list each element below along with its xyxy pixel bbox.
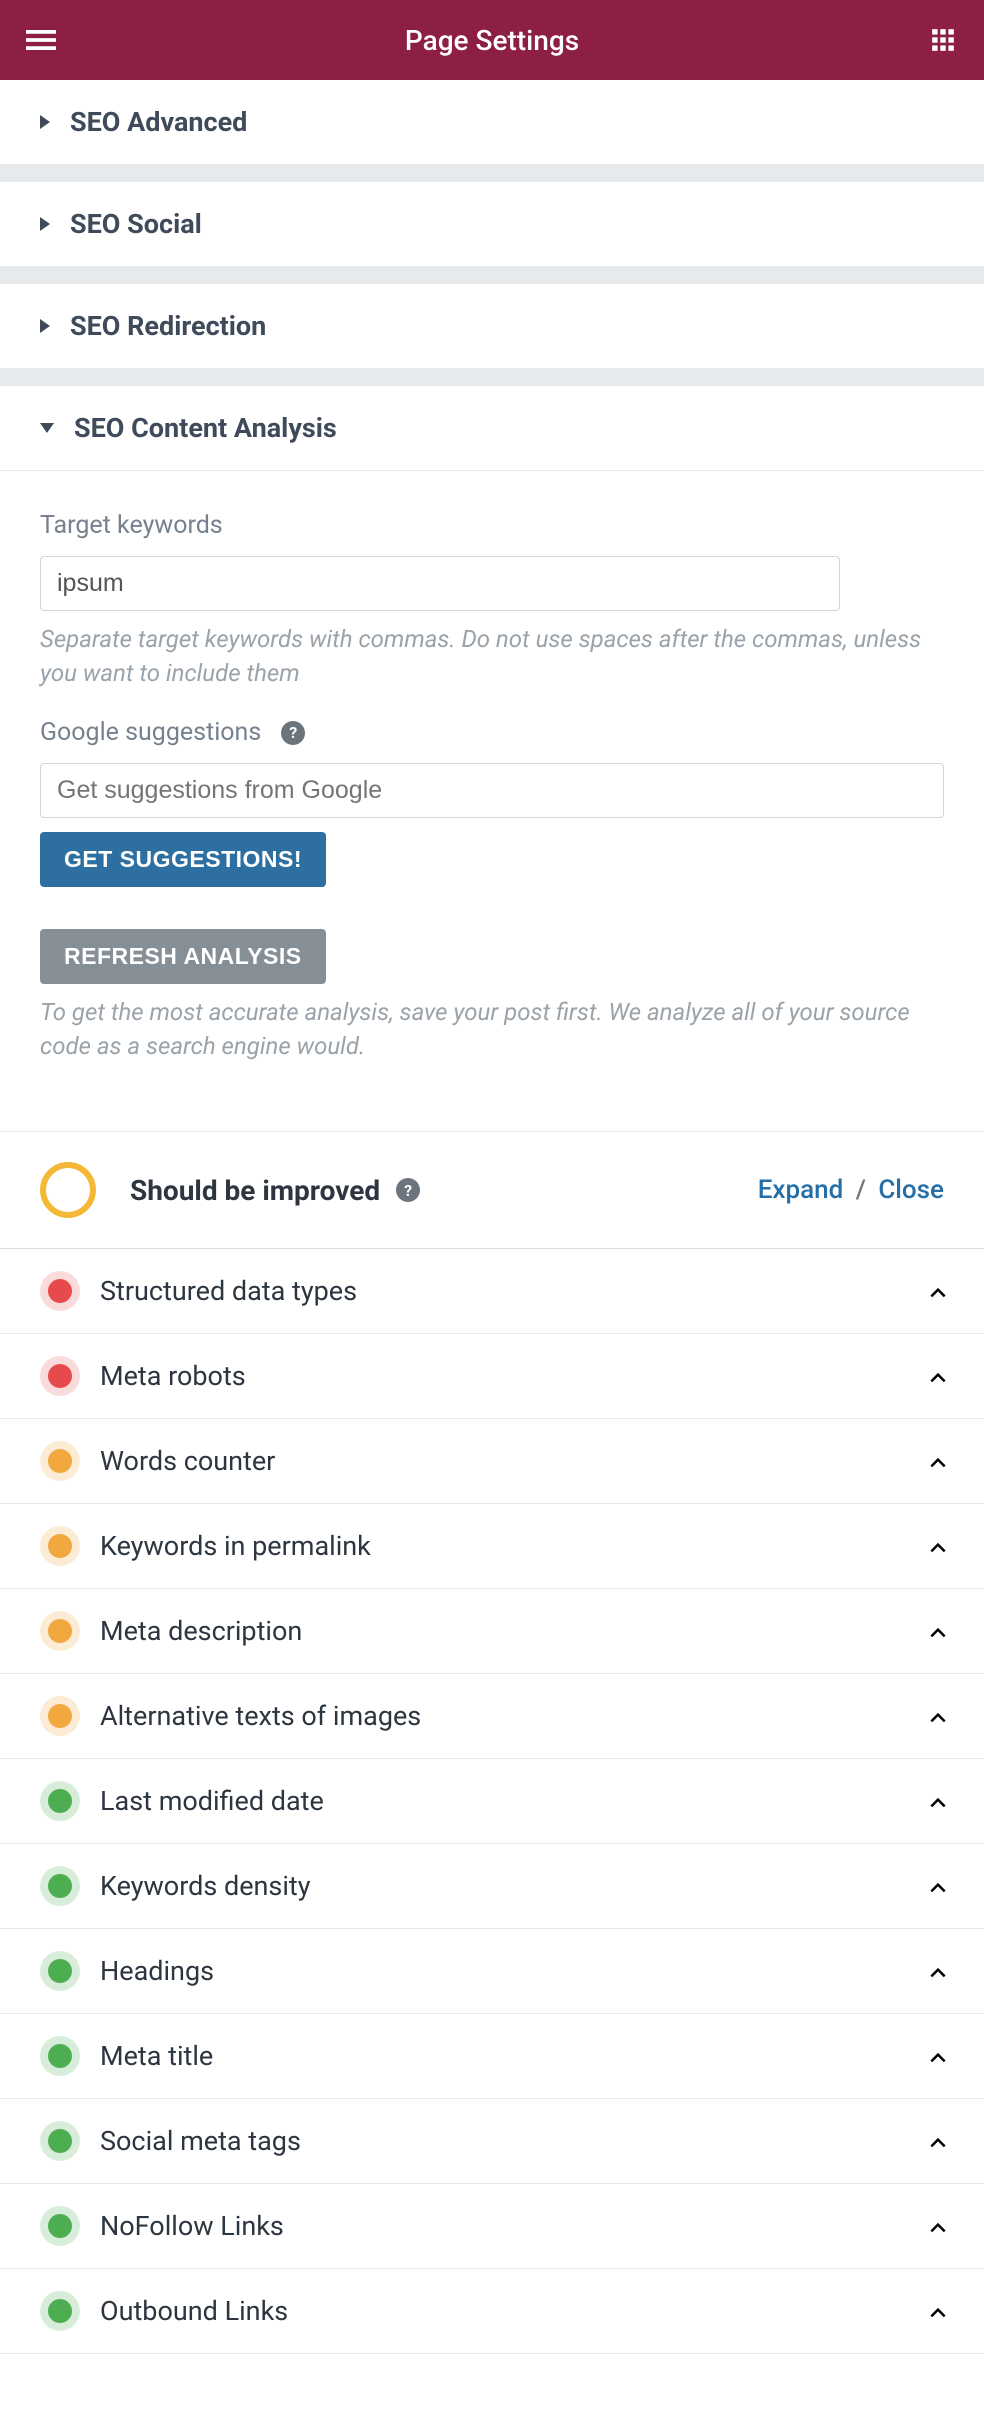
chevron-up-icon	[928, 2218, 944, 2234]
metric-label: NoFollow Links	[100, 2210, 928, 2242]
metric-row[interactable]: Social meta tags	[0, 2099, 984, 2184]
metric-row[interactable]: Headings	[0, 1929, 984, 2014]
accordion-gap	[0, 266, 984, 284]
metric-row[interactable]: Meta robots	[0, 1334, 984, 1419]
caret-right-icon	[40, 115, 50, 129]
accordion-item[interactable]: SEO Redirection	[0, 284, 984, 368]
status-dot-orange	[48, 1534, 72, 1558]
score-summary: Should be improved ? Expand / Close	[0, 1132, 984, 1248]
metric-label: Structured data types	[100, 1275, 928, 1307]
metric-row[interactable]: NoFollow Links	[0, 2184, 984, 2269]
accordion-title: SEO Social	[70, 208, 202, 240]
score-circle-icon	[40, 1162, 96, 1218]
chevron-up-icon	[928, 1878, 944, 1894]
metric-row[interactable]: Keywords density	[0, 1844, 984, 1929]
chevron-up-icon	[928, 2133, 944, 2149]
status-dot-green	[48, 1789, 72, 1813]
status-dot-green	[48, 2214, 72, 2238]
metric-row[interactable]: Words counter	[0, 1419, 984, 1504]
chevron-up-icon	[928, 1793, 944, 1809]
chevron-up-icon	[928, 2303, 944, 2319]
metric-label: Meta title	[100, 2040, 928, 2072]
status-dot-orange	[48, 1449, 72, 1473]
apps-grid-icon[interactable]	[927, 24, 959, 56]
metric-row[interactable]: Keywords in permalink	[0, 1504, 984, 1589]
accordion-title: SEO Redirection	[70, 310, 266, 342]
metric-row[interactable]: Last modified date	[0, 1759, 984, 1844]
metric-row[interactable]: Alternative texts of images	[0, 1674, 984, 1759]
metric-label: Headings	[100, 1955, 928, 1987]
refresh-help: To get the most accurate analysis, save …	[40, 996, 944, 1063]
status-dot-red	[48, 1364, 72, 1388]
status-dot-orange	[48, 1619, 72, 1643]
google-suggestions-label: Google suggestions ?	[40, 718, 944, 747]
close-link[interactable]: Close	[878, 1175, 944, 1205]
caret-right-icon	[40, 217, 50, 231]
expand-link[interactable]: Expand	[758, 1175, 844, 1205]
metric-row[interactable]: Outbound Links	[0, 2269, 984, 2354]
google-suggestions-input[interactable]	[40, 763, 944, 818]
separator: /	[856, 1175, 866, 1205]
metric-label: Words counter	[100, 1445, 928, 1477]
caret-right-icon	[40, 319, 50, 333]
chevron-up-icon	[928, 2048, 944, 2064]
chevron-up-icon	[928, 1538, 944, 1554]
seo-content-analysis-panel: Target keywords Separate target keywords…	[0, 471, 984, 1121]
help-icon[interactable]: ?	[281, 721, 305, 745]
metric-row[interactable]: Meta description	[0, 1589, 984, 1674]
status-dot-green	[48, 1874, 72, 1898]
metric-label: Alternative texts of images	[100, 1700, 928, 1732]
metric-label: Meta description	[100, 1615, 928, 1647]
accordion-item[interactable]: SEO Social	[0, 182, 984, 266]
metric-row[interactable]: Structured data types	[0, 1249, 984, 1334]
target-keywords-label: Target keywords	[40, 511, 944, 540]
google-suggestions-label-text: Google suggestions	[40, 718, 261, 747]
google-suggestions-group: Google suggestions ? GET SUGGESTIONS!	[40, 718, 944, 887]
chevron-up-icon	[928, 1623, 944, 1639]
refresh-analysis-button[interactable]: REFRESH ANALYSIS	[40, 929, 326, 984]
get-suggestions-button[interactable]: GET SUGGESTIONS!	[40, 832, 326, 887]
target-keywords-help: Separate target keywords with commas. Do…	[40, 623, 944, 690]
accordion-title: SEO Content Analysis	[74, 412, 337, 444]
chevron-up-icon	[928, 1963, 944, 1979]
caret-down-icon	[40, 423, 54, 433]
status-dot-green	[48, 2299, 72, 2323]
metric-label: Outbound Links	[100, 2295, 928, 2327]
accordion-title: SEO Advanced	[70, 106, 247, 138]
accordion-gap	[0, 164, 984, 182]
metric-row[interactable]: Meta title	[0, 2014, 984, 2099]
status-dot-green	[48, 2129, 72, 2153]
target-keywords-input[interactable]	[40, 556, 840, 611]
metric-label: Last modified date	[100, 1785, 928, 1817]
help-icon[interactable]: ?	[396, 1178, 420, 1202]
metrics-list: Structured data types Meta robots Words co…	[0, 1248, 984, 2354]
chevron-up-icon	[928, 1368, 944, 1384]
page-title: Page Settings	[57, 24, 927, 57]
chevron-up-icon	[928, 1708, 944, 1724]
menu-icon[interactable]	[25, 24, 57, 56]
chevron-up-icon	[928, 1283, 944, 1299]
refresh-group: REFRESH ANALYSIS To get the most accurat…	[40, 915, 944, 1063]
status-dot-orange	[48, 1704, 72, 1728]
accordion-item[interactable]: SEO Advanced	[0, 80, 984, 164]
score-actions: Expand / Close	[758, 1175, 944, 1205]
metric-label: Keywords density	[100, 1870, 928, 1902]
target-keywords-group: Target keywords Separate target keywords…	[40, 511, 944, 690]
accordion-gap	[0, 368, 984, 386]
score-title: Should be improved	[130, 1174, 380, 1207]
accordion-item[interactable]: SEO Content Analysis	[0, 386, 984, 471]
app-header: Page Settings	[0, 0, 984, 80]
chevron-up-icon	[928, 1453, 944, 1469]
metric-label: Social meta tags	[100, 2125, 928, 2157]
status-dot-red	[48, 1279, 72, 1303]
metric-label: Keywords in permalink	[100, 1530, 928, 1562]
status-dot-green	[48, 1959, 72, 1983]
status-dot-green	[48, 2044, 72, 2068]
metric-label: Meta robots	[100, 1360, 928, 1392]
